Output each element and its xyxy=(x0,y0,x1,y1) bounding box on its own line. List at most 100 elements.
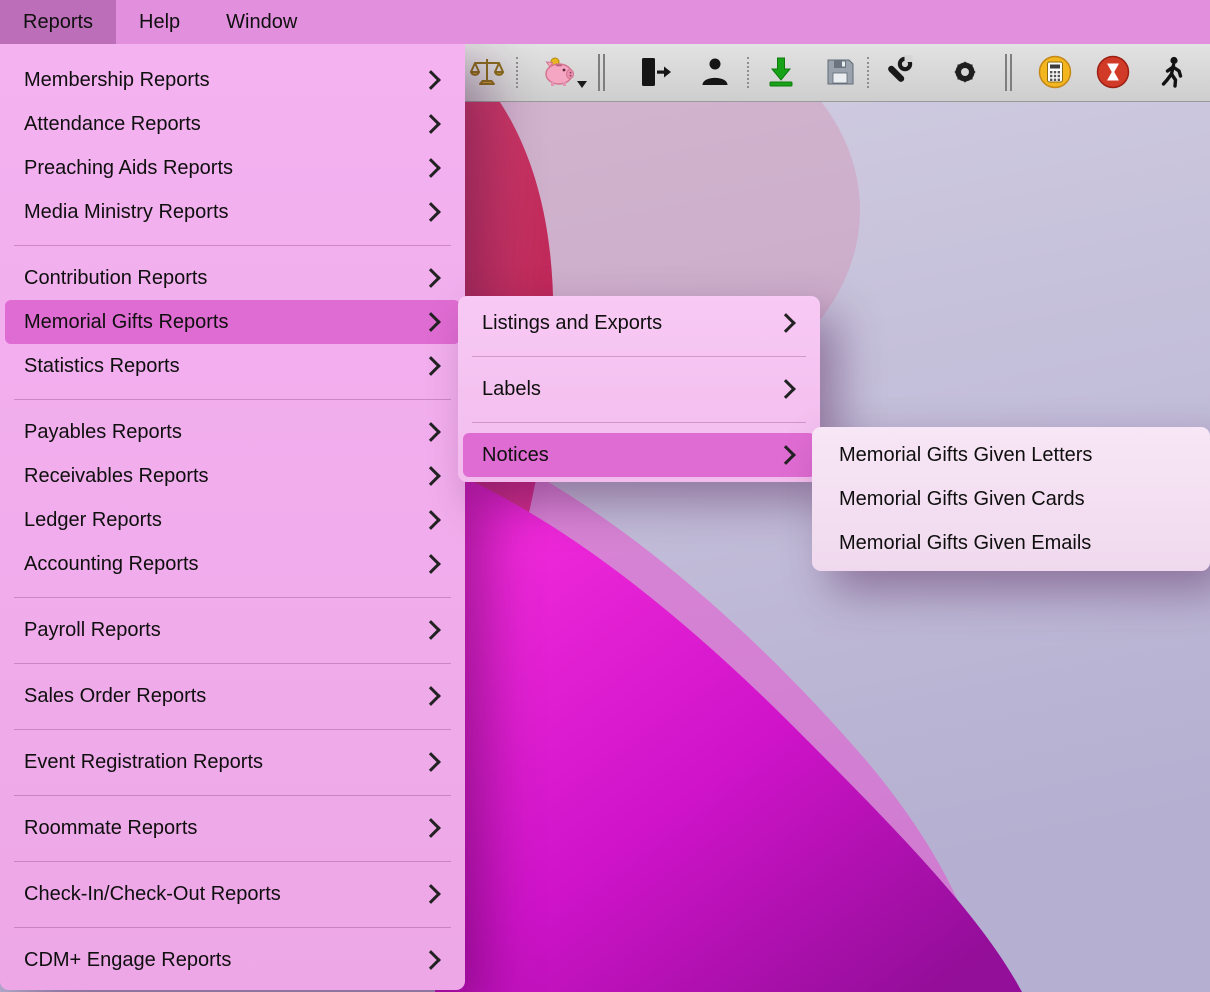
menu-item-label: Event Registration Reports xyxy=(24,751,263,774)
chevron-right-icon xyxy=(421,950,441,970)
menu-item-label: Statistics Reports xyxy=(24,355,180,378)
notices-submenu: Memorial Gifts Given Letters Memorial Gi… xyxy=(812,427,1210,571)
menu-separator xyxy=(0,784,465,806)
menu-item-label: Memorial Gifts Reports xyxy=(24,311,229,334)
menu-item-label: Memorial Gifts Given Emails xyxy=(839,532,1091,555)
menu-item-label: Preaching Aids Reports xyxy=(24,157,233,180)
chevron-right-icon xyxy=(421,686,441,706)
chevron-right-icon xyxy=(421,312,441,332)
download-icon[interactable] xyxy=(763,54,799,90)
chevron-right-icon xyxy=(421,268,441,288)
menu-item-ledger-reports[interactable]: Ledger Reports xyxy=(5,498,460,542)
wrench-icon[interactable] xyxy=(880,54,916,90)
menu-item-payroll-reports[interactable]: Payroll Reports xyxy=(5,608,460,652)
dropdown-arrow-icon xyxy=(577,81,587,88)
person-icon[interactable] xyxy=(697,54,733,90)
desktop: Reports Help Window Membership Reports A… xyxy=(0,0,1210,992)
menu-separator xyxy=(0,916,465,938)
toolbar-separator xyxy=(598,54,605,91)
menu-item-label: Contribution Reports xyxy=(24,267,207,290)
menu-item-receivables-reports[interactable]: Receivables Reports xyxy=(5,454,460,498)
menu-item-membership-reports[interactable]: Membership Reports xyxy=(5,58,460,102)
menu-item-sales-order-reports[interactable]: Sales Order Reports xyxy=(5,674,460,718)
gear-icon[interactable] xyxy=(947,54,983,90)
chevron-right-icon xyxy=(776,445,796,465)
menu-item-label: Sales Order Reports xyxy=(24,685,206,708)
hourglass-icon[interactable] xyxy=(1095,54,1131,90)
chevron-right-icon xyxy=(421,620,441,640)
menu-item-label: Check-In/Check-Out Reports xyxy=(24,883,281,906)
chevron-right-icon xyxy=(421,70,441,90)
toolbar-separator xyxy=(867,57,869,88)
exit-door-icon[interactable] xyxy=(637,54,673,90)
menu-item-label: Notices xyxy=(482,444,549,467)
menu-item-label: Ledger Reports xyxy=(24,509,162,532)
chevron-right-icon xyxy=(421,356,441,376)
menu-item-label: Payables Reports xyxy=(24,421,182,444)
chevron-right-icon xyxy=(421,466,441,486)
menu-item-label: Labels xyxy=(482,378,541,401)
menubar-item-help[interactable]: Help xyxy=(116,0,203,44)
menu-item-label: Receivables Reports xyxy=(24,465,209,488)
walking-person-icon[interactable] xyxy=(1154,54,1190,90)
menu-item-listings-and-exports[interactable]: Listings and Exports xyxy=(463,301,815,345)
menu-item-label: Memorial Gifts Given Cards xyxy=(839,488,1085,511)
menu-item-label: Roommate Reports xyxy=(24,817,197,840)
menu-item-contribution-reports[interactable]: Contribution Reports xyxy=(5,256,460,300)
menu-item-label: Media Ministry Reports xyxy=(24,201,229,224)
menu-item-accounting-reports[interactable]: Accounting Reports xyxy=(5,542,460,586)
menubar: Reports Help Window xyxy=(0,0,1210,44)
menubar-item-reports[interactable]: Reports xyxy=(0,0,116,44)
menu-item-memorial-gifts-given-emails[interactable]: Memorial Gifts Given Emails xyxy=(817,521,1205,565)
menu-item-cdm-engage-reports[interactable]: CDM+ Engage Reports xyxy=(5,938,460,982)
menu-item-label: Payroll Reports xyxy=(24,619,161,642)
chevron-right-icon xyxy=(421,818,441,838)
menu-item-preaching-aids-reports[interactable]: Preaching Aids Reports xyxy=(5,146,460,190)
chevron-right-icon xyxy=(421,422,441,442)
menu-item-label: Membership Reports xyxy=(24,69,210,92)
menu-item-memorial-gifts-given-letters[interactable]: Memorial Gifts Given Letters xyxy=(817,433,1205,477)
menu-item-event-registration-reports[interactable]: Event Registration Reports xyxy=(5,740,460,784)
piggy-bank-icon[interactable] xyxy=(542,54,578,90)
menu-item-payables-reports[interactable]: Payables Reports xyxy=(5,410,460,454)
calculator-icon[interactable] xyxy=(1037,54,1073,90)
menubar-item-window-label: Window xyxy=(226,11,297,34)
menu-item-check-in-check-out-reports[interactable]: Check-In/Check-Out Reports xyxy=(5,872,460,916)
menu-item-media-ministry-reports[interactable]: Media Ministry Reports xyxy=(5,190,460,234)
chevron-right-icon xyxy=(776,313,796,333)
chevron-right-icon xyxy=(421,158,441,178)
menu-item-label: Listings and Exports xyxy=(482,312,662,335)
menu-item-label: Attendance Reports xyxy=(24,113,201,136)
menu-separator xyxy=(0,586,465,608)
menu-separator xyxy=(0,718,465,740)
menu-separator xyxy=(0,652,465,674)
menu-item-memorial-gifts-given-cards[interactable]: Memorial Gifts Given Cards xyxy=(817,477,1205,521)
chevron-right-icon xyxy=(421,752,441,772)
menu-separator xyxy=(0,388,465,410)
menubar-item-window[interactable]: Window xyxy=(203,0,320,44)
memorial-gifts-submenu: Listings and Exports Labels Notices xyxy=(458,296,820,482)
menu-item-notices[interactable]: Notices xyxy=(463,433,815,477)
reports-menu: Membership Reports Attendance Reports Pr… xyxy=(0,44,465,990)
menu-separator xyxy=(458,411,820,433)
menu-item-roommate-reports[interactable]: Roommate Reports xyxy=(5,806,460,850)
menu-item-attendance-reports[interactable]: Attendance Reports xyxy=(5,102,460,146)
menu-separator xyxy=(0,234,465,256)
chevron-right-icon xyxy=(421,554,441,574)
menu-item-memorial-gifts-reports[interactable]: Memorial Gifts Reports xyxy=(5,300,460,344)
menu-item-label: Accounting Reports xyxy=(24,553,199,576)
chevron-right-icon xyxy=(421,510,441,530)
menu-separator xyxy=(0,850,465,872)
chevron-right-icon xyxy=(776,379,796,399)
scales-icon[interactable] xyxy=(469,54,505,90)
menu-separator xyxy=(458,345,820,367)
menu-item-labels[interactable]: Labels xyxy=(463,367,815,411)
chevron-right-icon xyxy=(421,114,441,134)
toolbar-separator xyxy=(747,57,749,88)
toolbar-separator xyxy=(516,57,518,88)
chevron-right-icon xyxy=(421,202,441,222)
menubar-item-help-label: Help xyxy=(139,11,180,34)
menu-item-statistics-reports[interactable]: Statistics Reports xyxy=(5,344,460,388)
save-icon[interactable] xyxy=(822,54,858,90)
menu-item-label: Memorial Gifts Given Letters xyxy=(839,444,1092,467)
